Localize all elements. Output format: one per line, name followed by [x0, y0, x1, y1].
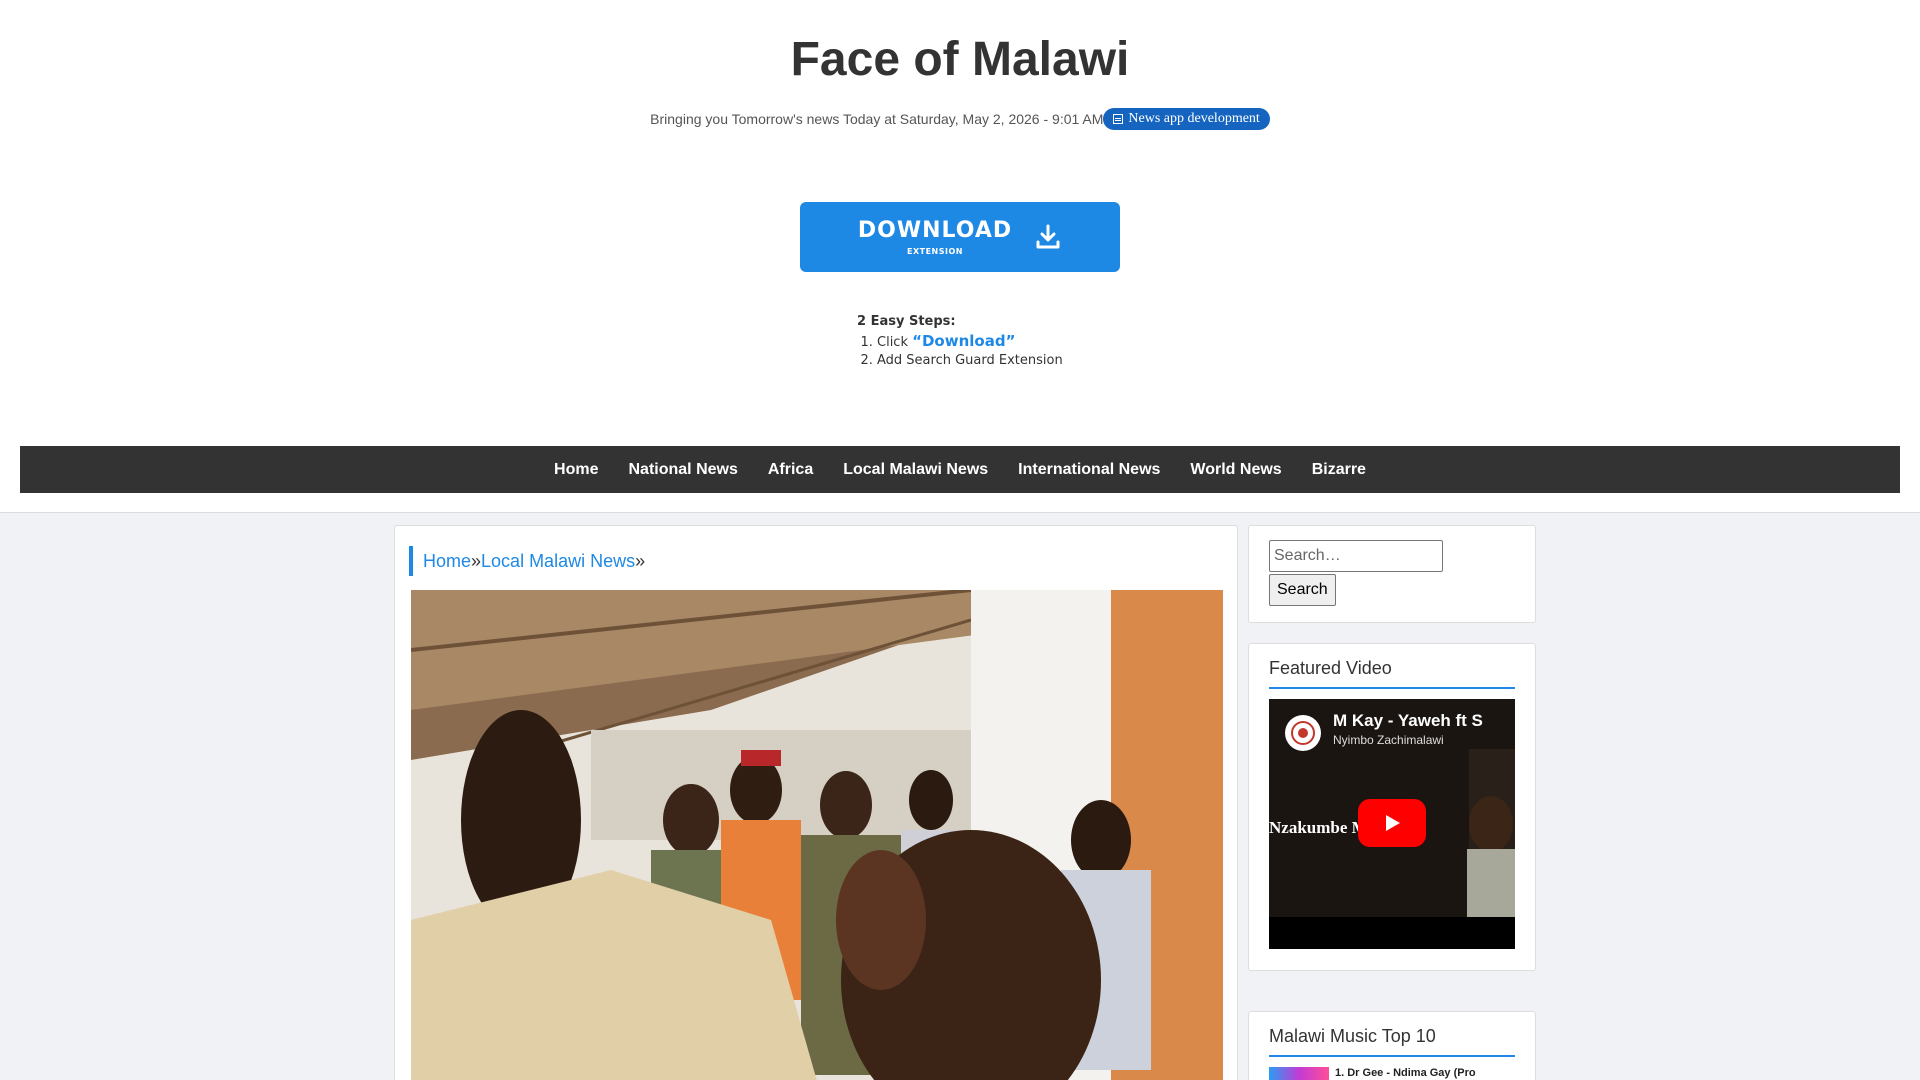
featured-video-widget: Featured Video M Kay - Yaweh ft S Nyimbo…	[1248, 643, 1536, 971]
breadcrumb: Home » Local Malawi News »	[409, 546, 645, 576]
video-channel[interactable]: Nyimbo Zachimalawi	[1333, 733, 1444, 747]
main-nav: Home National News Africa Local Malawi N…	[20, 446, 1900, 493]
nav-local-malawi-news[interactable]: Local Malawi News	[828, 461, 1003, 479]
breadcrumb-category[interactable]: Local Malawi News	[481, 551, 635, 572]
site-header: Face of Malawi Bringing you Tomorrow's n…	[0, 0, 1920, 512]
youtube-embed[interactable]: M Kay - Yaweh ft S Nyimbo Zachimalawi Nz…	[1269, 699, 1515, 949]
breadcrumb-separator: »	[635, 550, 646, 571]
music-list-item[interactable]: 1. Dr Gee - Ndima Gay (Pro	[1269, 1067, 1515, 1080]
featured-photo	[411, 590, 1223, 1080]
search-widget: Search	[1248, 525, 1536, 623]
article-featured-image[interactable]	[411, 590, 1223, 1080]
install-steps: 2 Easy Steps: Click “Download” Add Searc…	[840, 314, 1080, 370]
step-1: Click “Download”	[877, 332, 1080, 352]
nav-international-news[interactable]: International News	[1003, 461, 1175, 479]
steps-list: Click “Download” Add Search Guard Extens…	[857, 332, 1080, 370]
steps-title: 2 Easy Steps:	[857, 314, 956, 329]
tagline: Bringing you Tomorrow's news Today at Sa…	[650, 111, 1104, 127]
channel-logo-icon	[1291, 721, 1315, 745]
download-icon	[1036, 224, 1060, 249]
download-text: DOWNLOAD EXTENSION	[857, 217, 1013, 256]
download-sublabel: EXTENSION	[907, 246, 963, 256]
nav-national-news[interactable]: National News	[614, 461, 753, 479]
nav-world-news[interactable]: World News	[1175, 461, 1296, 479]
site-title[interactable]: Face of Malawi	[0, 32, 1920, 88]
play-button[interactable]	[1358, 799, 1426, 847]
step-1-download-link[interactable]: “Download”	[912, 332, 1015, 350]
nav-home[interactable]: Home	[539, 461, 613, 479]
breadcrumb-home[interactable]: Home	[423, 551, 471, 572]
play-icon	[1386, 815, 1400, 831]
nav-africa[interactable]: Africa	[753, 461, 828, 479]
music-thumbnail	[1269, 1067, 1329, 1080]
download-label: DOWNLOAD	[857, 217, 1013, 243]
search-button[interactable]: Search	[1269, 574, 1336, 606]
step-1-text: Click	[877, 335, 913, 350]
article-card: Home » Local Malawi News »	[394, 525, 1238, 1080]
download-button[interactable]: DOWNLOAD EXTENSION	[800, 202, 1120, 272]
nav-bizarre[interactable]: Bizarre	[1297, 461, 1381, 479]
featured-video-title: Featured Video	[1269, 658, 1515, 689]
step-2: Add Search Guard Extension	[877, 352, 1080, 370]
breadcrumb-separator: »	[471, 550, 482, 571]
tagline-row: Bringing you Tomorrow's news Today at Sa…	[0, 107, 1920, 131]
channel-avatar[interactable]	[1285, 715, 1321, 751]
video-title[interactable]: M Kay - Yaweh ft S	[1333, 711, 1483, 731]
newspaper-icon	[1113, 114, 1124, 124]
search-input[interactable]	[1269, 540, 1443, 572]
pill-label: News app development	[1128, 111, 1260, 126]
news-app-pill[interactable]: News app development	[1103, 108, 1270, 130]
music-top10-title: Malawi Music Top 10	[1269, 1026, 1515, 1057]
music-item-label[interactable]: 1. Dr Gee - Ndima Gay (Pro	[1335, 1067, 1515, 1079]
music-top10-widget: Malawi Music Top 10 1. Dr Gee - Ndima Ga…	[1248, 1011, 1536, 1080]
